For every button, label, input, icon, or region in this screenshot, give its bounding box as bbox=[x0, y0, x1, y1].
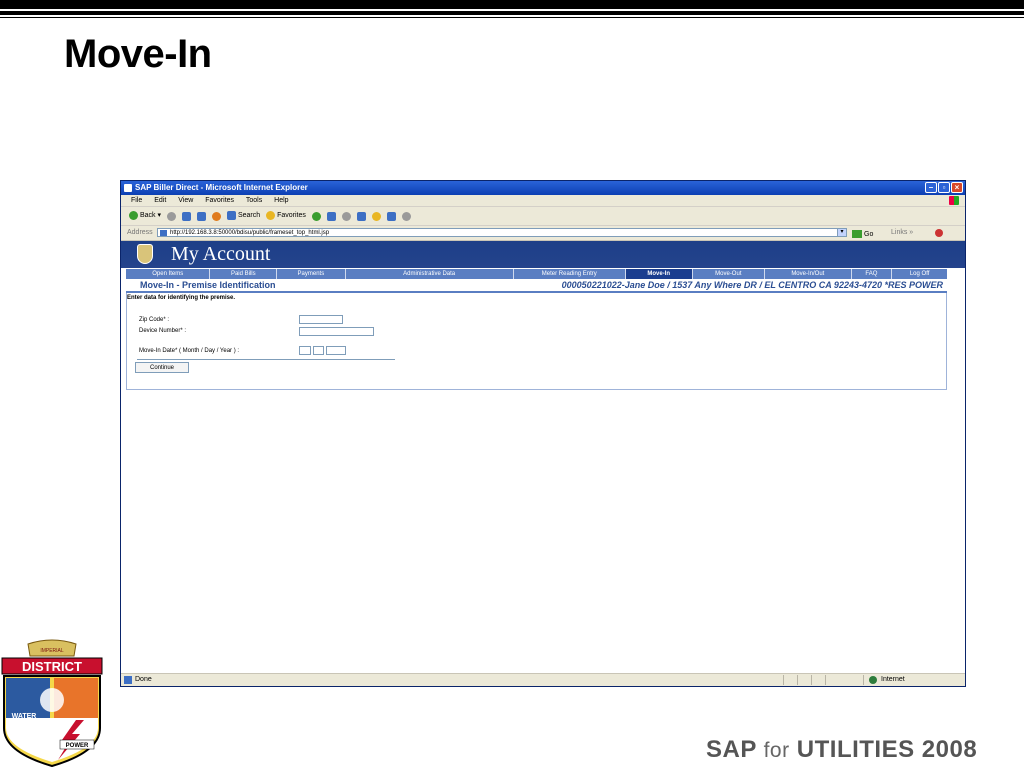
close-button[interactable]: × bbox=[951, 182, 963, 193]
tab-payments[interactable]: Payments bbox=[277, 269, 346, 279]
footer-for: for bbox=[763, 739, 790, 762]
status-bar: Done Internet bbox=[121, 673, 965, 686]
menu-tools[interactable]: Tools bbox=[246, 197, 262, 204]
browser-title-bar: SAP Biller Direct - Microsoft Internet E… bbox=[121, 181, 965, 195]
mail-icon[interactable] bbox=[326, 211, 336, 221]
move-in-date-label: Move-In Date* ( Month / Day / Year ) : bbox=[139, 348, 240, 354]
tab-administrative-data[interactable]: Administrative Data bbox=[346, 269, 514, 279]
tab-paid-bills[interactable]: Paid Bills bbox=[210, 269, 278, 279]
edit-icon[interactable] bbox=[356, 211, 366, 221]
windows-flag-icon bbox=[949, 196, 959, 205]
footer-sap: SAP bbox=[706, 736, 757, 763]
tab-faq[interactable]: FAQ bbox=[852, 269, 893, 279]
address-bar: Address http://192.168.3.8:50000/bdisu/p… bbox=[121, 226, 965, 241]
main-nav: Open Items Paid Bills Payments Administr… bbox=[126, 268, 947, 279]
status-text: Done bbox=[135, 676, 152, 683]
day-input[interactable] bbox=[313, 346, 324, 355]
menu-file[interactable]: File bbox=[131, 197, 142, 204]
menu-view[interactable]: View bbox=[178, 197, 193, 204]
stop-icon[interactable] bbox=[181, 211, 191, 221]
device-number-input[interactable] bbox=[299, 327, 374, 336]
page-done-icon bbox=[124, 676, 132, 684]
media-icon[interactable] bbox=[311, 211, 321, 221]
home-icon[interactable] bbox=[211, 211, 221, 221]
links-button[interactable]: Links » bbox=[891, 226, 913, 240]
favorites-label: Favorites bbox=[277, 212, 306, 219]
tab-move-in-out[interactable]: Move-In/Out bbox=[765, 269, 852, 279]
tab-log-off[interactable]: Log Off bbox=[892, 269, 947, 279]
account-context: 000050221022-Jane Doe / 1537 Any Where D… bbox=[561, 280, 943, 290]
address-url: http://192.168.3.8:50000/bdisu/public/fr… bbox=[170, 230, 330, 236]
zone-text: Internet bbox=[881, 676, 905, 683]
links-label: Links bbox=[891, 229, 908, 236]
logo-banner: IMPERIAL bbox=[40, 648, 64, 654]
favorites-button[interactable]: Favorites bbox=[266, 207, 306, 225]
ie-app-icon bbox=[124, 184, 132, 192]
address-label: Address bbox=[127, 229, 153, 236]
search-label: Search bbox=[237, 212, 261, 219]
page-icon bbox=[160, 230, 167, 236]
maximize-button[interactable]: ▫ bbox=[938, 182, 950, 193]
logo-water-text: WATER bbox=[12, 713, 37, 720]
district-logo: IMPERIAL DISTRICT WATER POWER bbox=[1, 639, 103, 768]
section-title: Move-In - Premise Identification bbox=[140, 280, 276, 290]
slide-top-rule bbox=[0, 0, 1024, 19]
browser-toolbar: Back ▾ Search Favorites bbox=[121, 207, 965, 226]
year-input[interactable] bbox=[326, 346, 346, 355]
address-dropdown-icon[interactable]: ▾ bbox=[837, 228, 847, 237]
refresh-icon[interactable] bbox=[196, 211, 206, 221]
discuss-icon[interactable] bbox=[371, 211, 381, 221]
back-button[interactable]: Back ▾ bbox=[129, 207, 161, 225]
form-intro: Enter data for identifying the premise. bbox=[127, 295, 236, 301]
back-label: Back bbox=[139, 212, 156, 219]
logo-power-text: POWER bbox=[66, 743, 89, 749]
browser-window: SAP Biller Direct - Microsoft Internet E… bbox=[120, 180, 966, 687]
app-header: My Account bbox=[121, 241, 965, 268]
form-separator bbox=[137, 359, 395, 360]
tab-move-out[interactable]: Move-Out bbox=[693, 269, 766, 279]
tab-open-items[interactable]: Open Items bbox=[126, 269, 211, 279]
search-button[interactable]: Search bbox=[226, 207, 261, 225]
messenger-icon[interactable] bbox=[386, 211, 396, 221]
tab-meter-reading-entry[interactable]: Meter Reading Entry bbox=[514, 269, 626, 279]
search-icon bbox=[226, 210, 236, 220]
footer-utilities: UTILITIES 2008 bbox=[796, 736, 978, 763]
menu-edit[interactable]: Edit bbox=[154, 197, 166, 204]
browser-title: SAP Biller Direct - Microsoft Internet E… bbox=[135, 183, 308, 192]
internet-zone-icon bbox=[869, 676, 877, 684]
zip-code-input[interactable] bbox=[299, 315, 343, 324]
continue-button[interactable]: Continue bbox=[135, 362, 189, 373]
menu-help[interactable]: Help bbox=[274, 197, 288, 204]
toolbar-extra-icon[interactable] bbox=[935, 229, 943, 237]
tab-move-in[interactable]: Move-In bbox=[625, 269, 693, 279]
crest-icon bbox=[137, 244, 153, 264]
address-input[interactable]: http://192.168.3.8:50000/bdisu/public/fr… bbox=[157, 228, 847, 237]
star-icon bbox=[266, 210, 276, 220]
logo-district-text: DISTRICT bbox=[22, 659, 82, 674]
premise-form: Enter data for identifying the premise. … bbox=[126, 293, 947, 390]
go-button[interactable]: Go bbox=[852, 228, 873, 242]
month-input[interactable] bbox=[299, 346, 311, 355]
back-arrow-icon bbox=[129, 210, 138, 220]
menu-favorites[interactable]: Favorites bbox=[205, 197, 234, 204]
go-label: Go bbox=[864, 231, 874, 238]
research-icon[interactable] bbox=[401, 211, 411, 221]
browser-menu-bar: File Edit View Favorites Tools Help bbox=[121, 195, 965, 207]
minimize-button[interactable]: – bbox=[925, 182, 937, 193]
slide-title: Move-In bbox=[64, 32, 212, 76]
forward-icon[interactable] bbox=[166, 211, 176, 221]
app-title: My Account bbox=[171, 243, 271, 265]
zip-code-label: Zip Code* : bbox=[139, 317, 170, 323]
device-number-label: Device Number* : bbox=[139, 328, 187, 334]
section-bar: Move-In - Premise Identification 0000502… bbox=[126, 279, 947, 293]
footer-brand: SAP for UTILITIES 2008 bbox=[706, 736, 977, 764]
print-icon[interactable] bbox=[341, 211, 351, 221]
go-arrow-icon bbox=[852, 230, 862, 239]
